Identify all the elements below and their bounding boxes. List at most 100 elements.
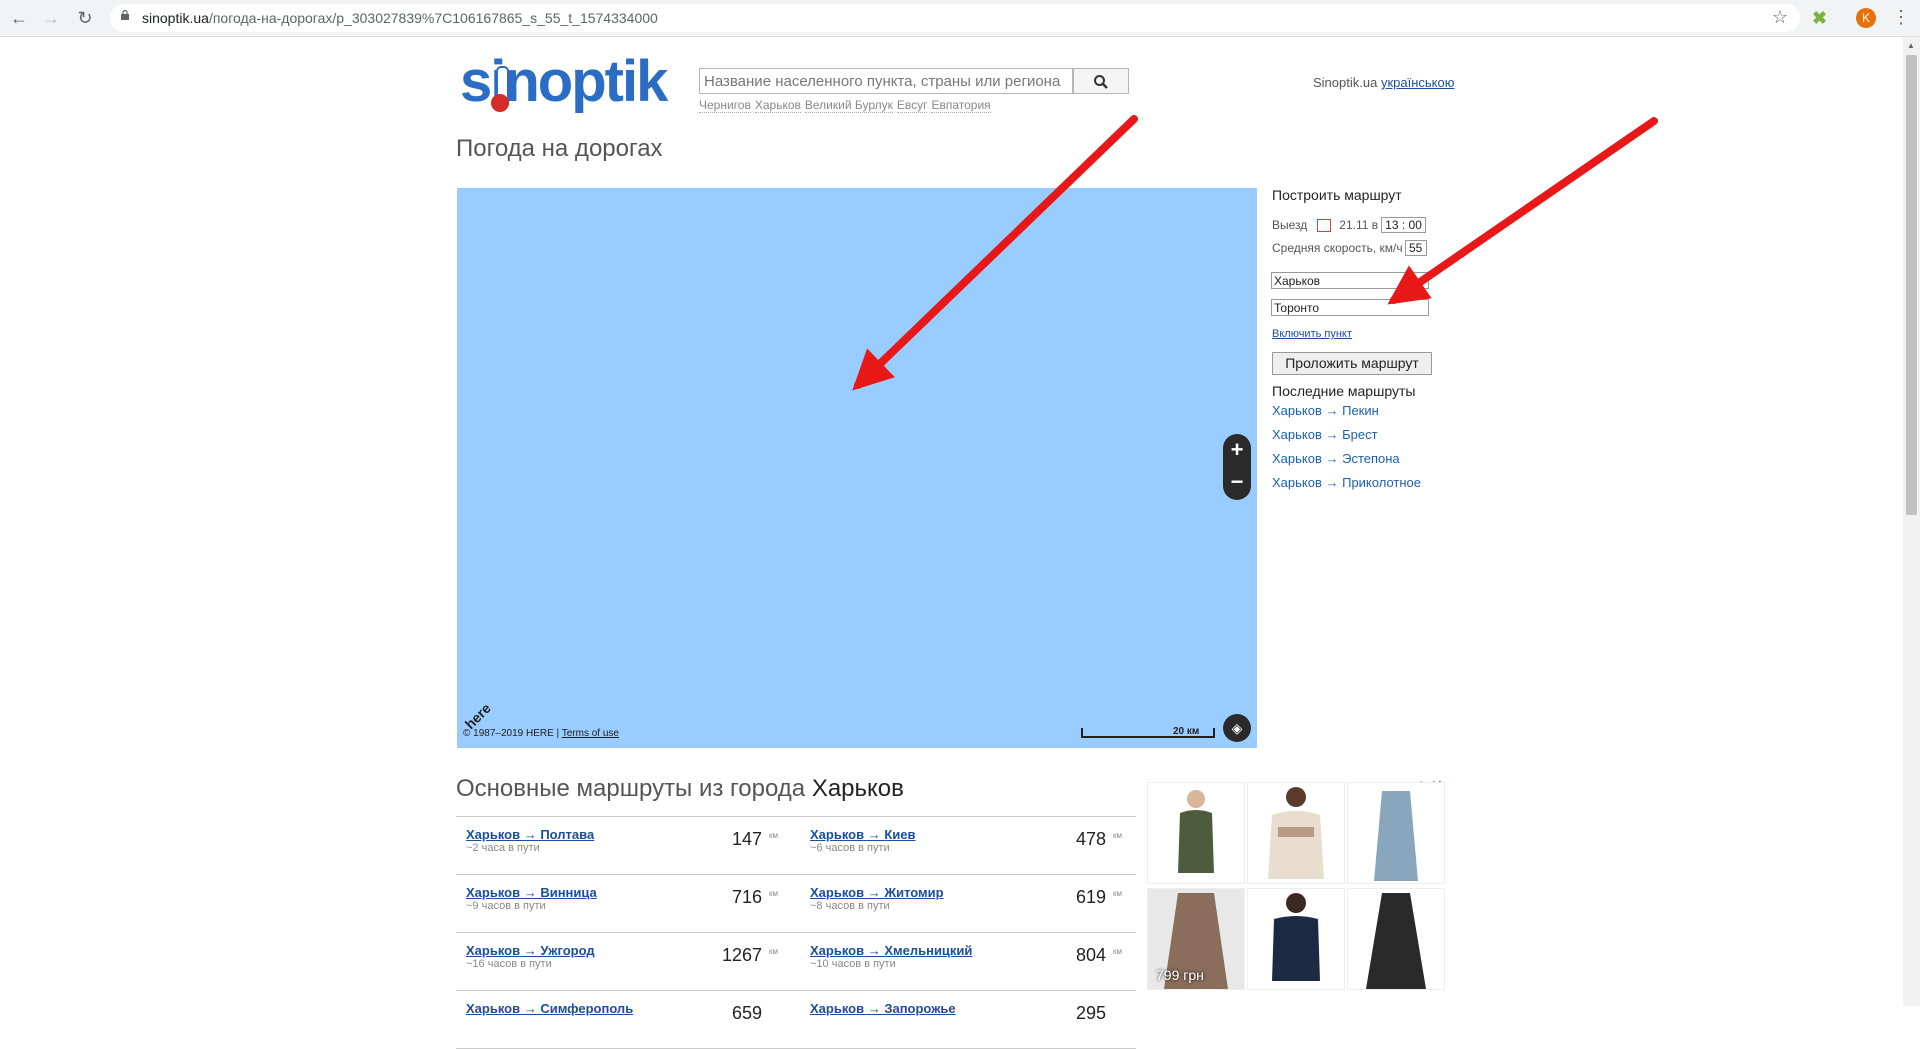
departure-hour[interactable]: 13 <box>1385 218 1398 232</box>
route-time: ~6 часов в пути <box>810 842 890 854</box>
route-from-input[interactable]: Харьков <box>1271 272 1429 289</box>
route-cell: Харьков → Хмельницкий ~10 часов в пути 8… <box>800 933 1140 990</box>
build-route-button[interactable]: Проложить маршрут <box>1272 352 1432 375</box>
navy-top-image <box>1248 889 1344 989</box>
main-routes-city: Харьков <box>811 775 904 802</box>
back-icon[interactable]: ← <box>8 7 30 29</box>
browser-toolbar: ← → ↻ sinoptik.ua/погода-на-дорогах/p_30… <box>0 0 1920 37</box>
main-routes-table: Харьков → Полтава ~2 часа в пути 147 км … <box>456 816 1136 1049</box>
bookmark-star-icon[interactable]: ☆ <box>1772 7 1788 28</box>
map-copyright: © 1987–2019 HERE | Terms of use <box>463 728 619 739</box>
km-unit: км <box>769 831 778 840</box>
ad-product-image[interactable] <box>1247 782 1345 884</box>
route-distance: 295 <box>1075 1003 1106 1023</box>
ad-product-image[interactable] <box>1347 782 1445 884</box>
table-row: Харьков → Симферополь 659 Харьков → Запо… <box>456 991 1136 1049</box>
ad-price: 799 грн <box>1156 967 1204 983</box>
route-cell: Харьков → Киев ~6 часов в пути 478 км <box>800 817 1140 874</box>
speed-label: Средняя скорость, км/ч <box>1272 241 1403 255</box>
extension-icon[interactable]: ✖ <box>1812 8 1827 29</box>
quick-city-link[interactable]: Харьков <box>754 98 801 113</box>
route-link[interactable]: Харьков → Житомир <box>810 885 944 900</box>
km-unit: км <box>1113 947 1122 956</box>
route-distance: 1267 <box>721 945 762 965</box>
copyright-text: © 1987–2019 HERE | <box>463 728 560 739</box>
route-link[interactable]: Харьков → Киев <box>810 827 915 842</box>
table-row: Харьков → Винница ~9 часов в пути 716 км… <box>456 875 1136 933</box>
green-top-image <box>1148 783 1244 883</box>
km-unit: км <box>1113 831 1122 840</box>
route-cell: Харьков → Ужгород ~16 часов в пути 1267 … <box>456 933 796 990</box>
sinoptik-logo[interactable]: sinoptik <box>460 48 668 115</box>
search-button[interactable] <box>1073 68 1129 94</box>
recent-route-link[interactable]: Харьков → Эстепона <box>1272 451 1400 466</box>
recent-route-link[interactable]: Харьков → Пекин <box>1272 403 1379 418</box>
browser-menu-icon[interactable]: ⋮ <box>1892 7 1910 28</box>
page-title: Погода на дорогах <box>456 135 663 162</box>
ad-block[interactable]: 799 грн <box>1145 780 1445 1006</box>
beige-blouse-image <box>1248 783 1344 883</box>
departure-row: Выезд 21.11 в 13 : 00 <box>1272 217 1426 233</box>
forward-icon[interactable]: → <box>40 7 62 29</box>
scroll-up-icon[interactable]: ▲ <box>1907 41 1915 50</box>
speed-row: Средняя скорость, км/ч 55 <box>1272 240 1427 256</box>
language-switch: Sinoptik.ua українською <box>1313 75 1454 90</box>
thermometer-bulb <box>491 94 509 112</box>
route-link[interactable]: Харьков → Симферополь <box>466 1001 633 1016</box>
lock-icon <box>121 10 129 20</box>
quick-city-link[interactable]: Евпатория <box>931 98 991 113</box>
route-distance: 147 <box>731 829 762 849</box>
zoom-control: + − <box>1223 434 1251 500</box>
main-routes-title: Основные маршруты из города Харьков <box>456 775 904 803</box>
km-unit: км <box>1113 889 1122 898</box>
recent-route-link[interactable]: Харьков → Брест <box>1272 427 1378 442</box>
departure-time-field[interactable]: 13 : 00 <box>1381 217 1426 233</box>
ad-product-image[interactable] <box>1147 782 1245 884</box>
route-map[interactable]: + − here © 1987–2019 HERE | Terms of use… <box>457 188 1257 748</box>
layers-icon[interactable]: ◈ <box>1223 714 1251 742</box>
search-input[interactable]: Название населенного пункта, страны или … <box>699 68 1073 94</box>
route-cell: Харьков → Симферополь 659 <box>456 991 796 1048</box>
scrollbar-thumb[interactable] <box>1906 55 1917 515</box>
page-scrollbar[interactable]: ▲ <box>1903 37 1920 1006</box>
departure-minute[interactable]: 00 <box>1409 218 1422 232</box>
calendar-icon[interactable] <box>1317 219 1332 233</box>
pleated-skirt-image <box>1348 889 1444 989</box>
language-link[interactable]: українською <box>1381 75 1455 90</box>
time-separator: : <box>1401 218 1406 232</box>
add-waypoint-link[interactable]: Включить пункт <box>1272 328 1352 340</box>
ad-product-image[interactable] <box>1347 888 1445 990</box>
reload-icon[interactable]: ↻ <box>74 7 96 29</box>
zoom-out-button[interactable]: − <box>1223 466 1251 498</box>
route-distance: 659 <box>731 1003 762 1023</box>
route-link[interactable]: Харьков → Полтава <box>466 827 594 842</box>
route-link[interactable]: Харьков → Хмельницкий <box>810 943 972 958</box>
quick-city-link[interactable]: Чернигов <box>699 98 751 113</box>
terms-link[interactable]: Terms of use <box>562 728 619 739</box>
profile-avatar[interactable]: K <box>1856 8 1876 28</box>
recent-route-link[interactable]: Харьков → Приколотное <box>1272 475 1421 490</box>
route-time: ~10 часов в пути <box>810 958 896 970</box>
ad-product-image[interactable] <box>1247 888 1345 990</box>
route-link[interactable]: Харьков → Ужгород <box>466 943 595 958</box>
url-path: /погода-на-дорогах/p_303027839%7C1061678… <box>208 10 658 26</box>
speed-field[interactable]: 55 <box>1404 240 1427 256</box>
map-scale-label: 20 км <box>1173 726 1200 737</box>
route-cell: Харьков → Житомир ~8 часов в пути 619 км <box>800 875 1140 932</box>
address-bar[interactable]: sinoptik.ua/погода-на-дорогах/p_30302783… <box>110 4 1800 32</box>
main-routes-title-prefix: Основные маршруты из города <box>456 775 806 802</box>
departure-date[interactable]: 21.11 в <box>1339 218 1378 232</box>
route-link[interactable]: Харьков → Винница <box>466 885 597 900</box>
route-time: ~8 часов в пути <box>810 900 890 912</box>
route-time: ~2 часа в пути <box>466 842 540 854</box>
route-link[interactable]: Харьков → Запорожье <box>810 1001 956 1016</box>
departure-label: Выезд <box>1272 218 1308 232</box>
quick-city-link[interactable]: Евсуг <box>896 98 928 113</box>
route-time: ~9 часов в пути <box>466 900 546 912</box>
zoom-in-button[interactable]: + <box>1223 434 1251 466</box>
route-cell: Харьков → Винница ~9 часов в пути 716 км <box>456 875 796 932</box>
quick-city-link[interactable]: Великий Бурлук <box>804 98 893 113</box>
route-to-input[interactable]: Торонто <box>1271 299 1429 316</box>
annotation-arrow-destination <box>1387 117 1658 305</box>
ad-product-image[interactable]: 799 грн <box>1147 888 1245 990</box>
